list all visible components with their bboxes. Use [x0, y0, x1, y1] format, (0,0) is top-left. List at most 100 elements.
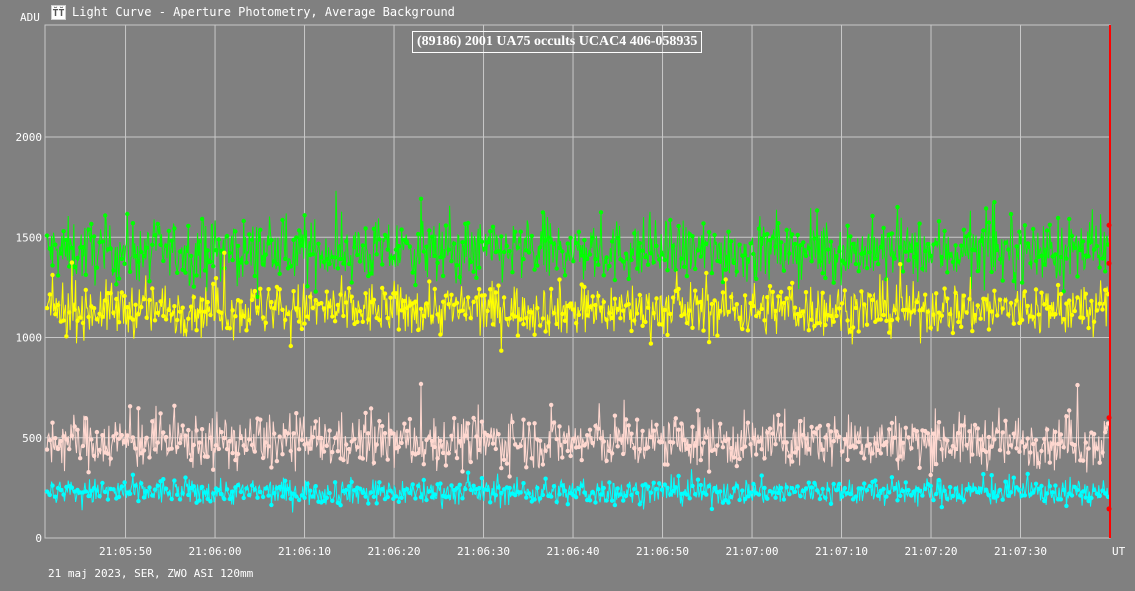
series-point: [573, 240, 579, 246]
series-point: [266, 287, 271, 292]
series-point: [125, 433, 130, 438]
series-point: [230, 450, 235, 456]
series-point: [47, 492, 52, 498]
series-point: [842, 261, 847, 266]
series-point: [1008, 443, 1014, 448]
series-point: [992, 288, 997, 293]
series-point: [247, 232, 252, 237]
series-point: [111, 310, 116, 315]
series-point: [1036, 460, 1041, 466]
series-point: [233, 457, 238, 463]
light-curve-chart[interactable]: 0 500 1000 1500 2000 21:05:50 21:06:00 21:06:1…: [0, 0, 1135, 591]
series-point: [197, 440, 202, 445]
series-point: [770, 431, 775, 436]
series-point: [285, 431, 291, 436]
series-point: [947, 311, 953, 317]
series-point: [961, 498, 967, 503]
series-point: [141, 253, 147, 259]
series-point: [133, 483, 138, 488]
series-point: [1103, 269, 1108, 274]
series-point: [889, 231, 895, 236]
series-point: [258, 286, 263, 291]
series-point: [490, 322, 496, 327]
series-point: [393, 247, 399, 252]
light-curve-app-icon[interactable]: ŤŤ: [51, 4, 66, 20]
series-point: [645, 484, 651, 489]
series-point: [704, 241, 709, 246]
series-point: [150, 493, 155, 498]
series-point: [238, 260, 244, 265]
series-point: [601, 273, 606, 278]
series-point: [734, 269, 739, 274]
series-point: [352, 436, 357, 442]
series-point: [1094, 244, 1100, 249]
series-point: [867, 293, 872, 298]
series-point: [288, 496, 293, 501]
series-point: [427, 489, 432, 494]
series-point: [754, 276, 759, 282]
series-point: [986, 493, 992, 498]
series-point: [662, 257, 667, 263]
series-point: [532, 267, 537, 272]
series-point: [432, 492, 437, 497]
series-point: [889, 475, 895, 480]
series-point: [665, 485, 670, 490]
series-point: [562, 439, 568, 444]
series-point: [535, 485, 540, 491]
series-point: [374, 501, 379, 506]
series-point: [233, 314, 238, 319]
series-point: [995, 313, 1000, 318]
series-point: [515, 333, 521, 338]
series-point: [723, 277, 728, 282]
series-point: [839, 494, 845, 499]
series-point: [499, 234, 504, 239]
series-point: [651, 428, 656, 433]
series-point: [1014, 446, 1019, 451]
series-point: [1072, 442, 1078, 448]
series-point: [970, 328, 975, 334]
series-point: [726, 229, 731, 234]
series-point: [258, 227, 263, 232]
series-point: [213, 443, 219, 448]
series-point: [626, 423, 631, 428]
series-point: [582, 443, 587, 448]
series-point: [740, 326, 745, 332]
series-point: [587, 304, 593, 310]
series-point: [934, 461, 939, 467]
series-point: [989, 269, 994, 275]
series-point: [898, 493, 903, 498]
series-point: [961, 293, 967, 298]
series-point: [596, 262, 601, 267]
series-point: [629, 492, 634, 498]
series-point: [294, 411, 299, 416]
series-point: [197, 309, 202, 314]
series-point: [992, 200, 997, 205]
series-point: [629, 257, 634, 263]
series-point: [862, 250, 867, 256]
series-point: [1080, 458, 1086, 463]
series-point: [175, 492, 180, 497]
series-point: [72, 307, 77, 312]
series-point: [1091, 487, 1097, 493]
series-point: [690, 325, 695, 330]
series-point: [377, 317, 382, 323]
series-point: [1028, 261, 1033, 266]
series-point: [823, 322, 828, 328]
series-point: [820, 271, 825, 276]
series-point: [521, 417, 526, 422]
series-point: [693, 443, 698, 448]
series-point: [571, 307, 576, 312]
series-point: [562, 318, 568, 323]
series-point: [607, 310, 612, 316]
series-point: [50, 263, 55, 268]
series-point: [629, 328, 634, 334]
series-point: [773, 244, 778, 249]
series-point: [573, 320, 579, 326]
series-point: [551, 484, 557, 489]
series-point: [765, 496, 770, 501]
series-point: [299, 243, 305, 248]
series-point: [471, 415, 476, 421]
series-point: [873, 256, 878, 261]
series-point: [47, 246, 52, 251]
series-point: [1003, 240, 1008, 245]
